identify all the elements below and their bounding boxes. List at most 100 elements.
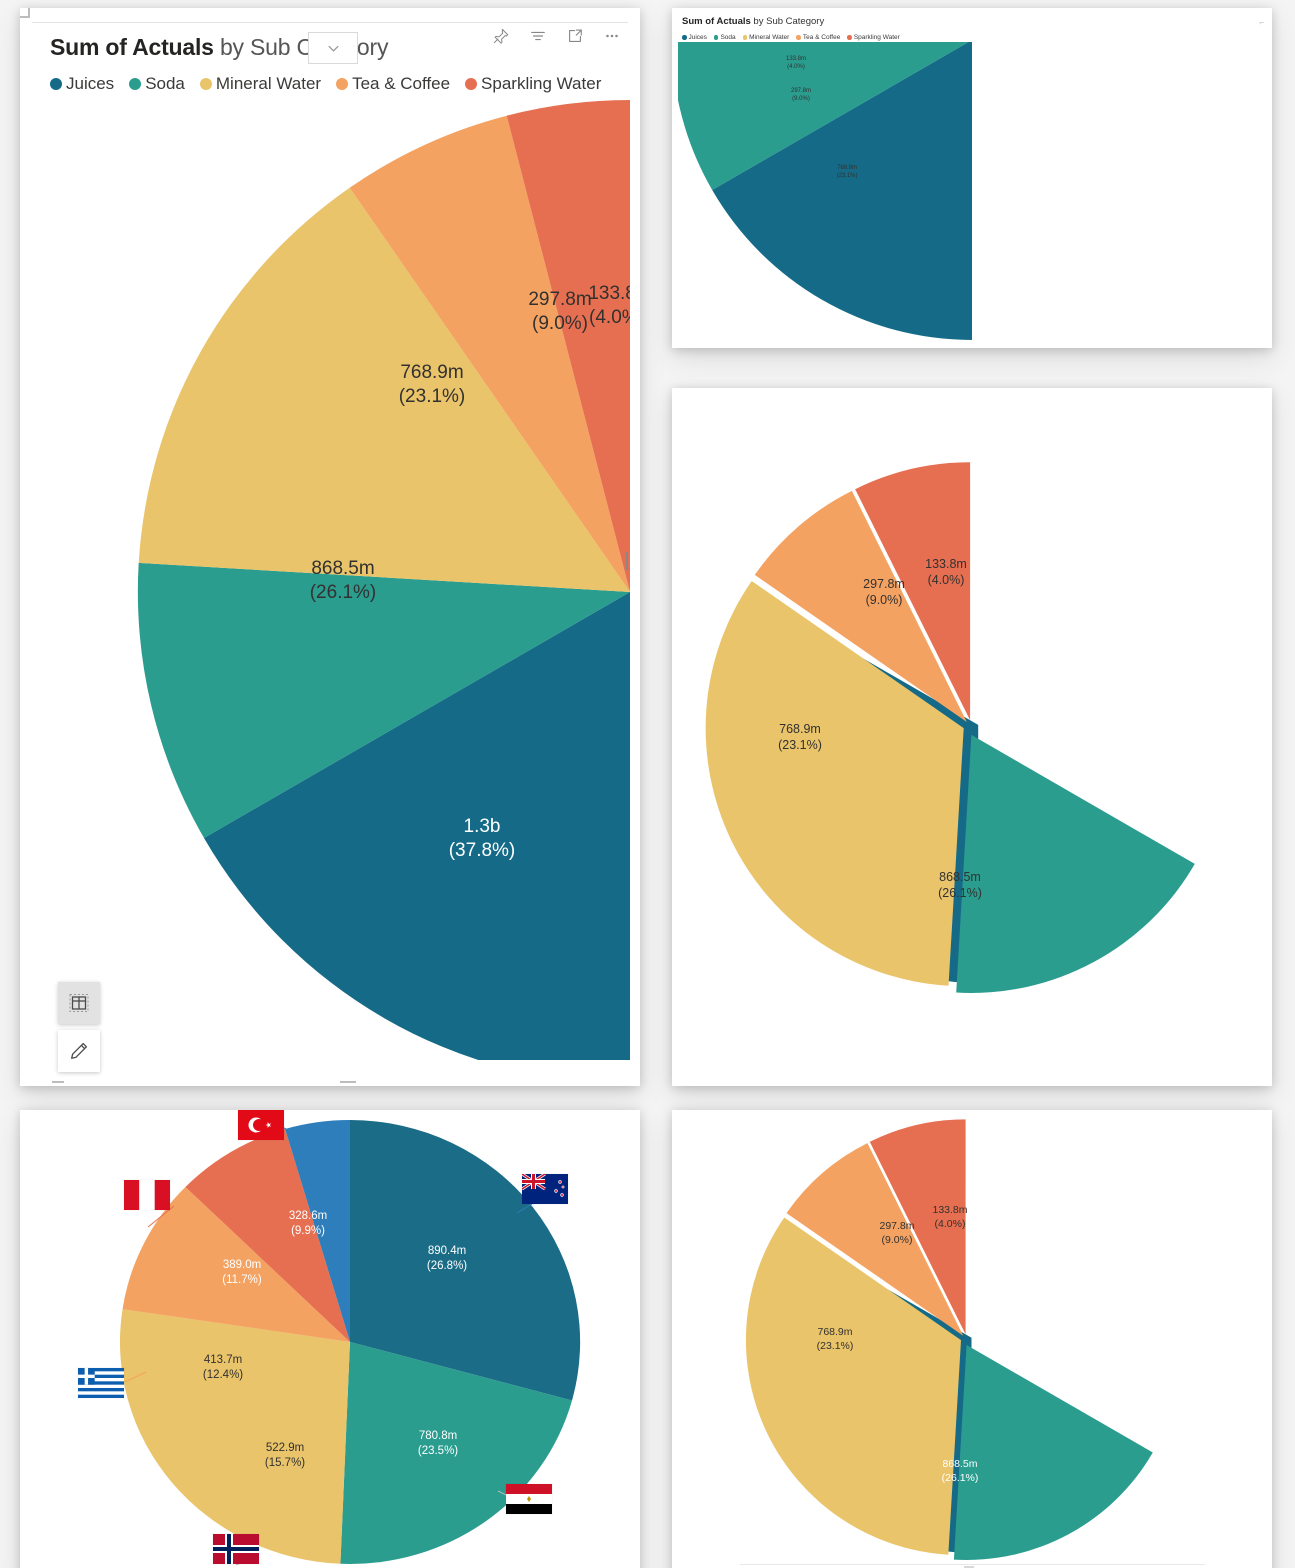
bl-label-greece-pct: (12.4%) <box>203 1369 243 1381</box>
label-tea-coffee-pct: (9.0%) <box>532 313 588 334</box>
label-sparkling-water-value: 133.8m <box>588 283 630 304</box>
mr-label-tea-coffee-value: 297.8m <box>863 577 905 591</box>
mr-label-sparkling-water-pct: (4.0%) <box>928 573 965 587</box>
bl-label-turkey-value: 328.6m <box>289 1210 327 1222</box>
exploded-pie-svg: 1.3b (37.8%) 868.5m (26.1%) 768.9m (23.1… <box>705 462 1195 993</box>
legend-swatch-juices <box>50 78 62 90</box>
label-mineral-water-pct: (23.1%) <box>399 386 466 407</box>
focus-mode-icon <box>569 29 582 42</box>
ellipsis-icon <box>606 34 618 38</box>
legend-swatch-soda <box>129 78 142 90</box>
mr-label-soda-value: 868.5m <box>939 870 981 884</box>
mr-label-juices-value: 1.3b <box>1090 675 1114 689</box>
pencil-icon <box>71 1042 88 1059</box>
page-title-dimension: by Sub Category <box>213 34 389 60</box>
tr-legend-item-tea-coffee[interactable]: Tea & Coffee <box>796 34 840 41</box>
screenshot-stage: Sum of Actuals by Sub Category Juices So… <box>0 0 1295 1568</box>
main-pie-visual-panel: Sum of Actuals by Sub Category Juices So… <box>20 8 640 1086</box>
top-right-legend: Juices Soda Mineral Water Tea & Coffee S… <box>682 34 900 41</box>
br-label-soda-value: 868.5m <box>942 1458 977 1470</box>
label-mineral-water-value: 768.9m <box>400 362 463 383</box>
edit-button[interactable] <box>58 1030 100 1072</box>
legend-item-sparkling-water[interactable]: Sparkling Water <box>465 74 601 94</box>
top-right-title: Sum of Actuals by Sub Category <box>682 16 824 27</box>
top-right-pie-panel: Sum of Actuals by Sub Category ⌐ Juices … <box>672 8 1272 348</box>
visual-header-toolbar <box>491 26 622 46</box>
exploded-pie-plot: 1.3b (37.8%) 868.5m (26.1%) 768.9m (23.1… <box>672 398 1272 1078</box>
country-pie-plot: 890.4m (26.8%) 780.8m (23.5%) 522.9m (15… <box>20 1110 640 1568</box>
br-label-sparkling-water-value: 133.8m <box>932 1204 967 1216</box>
legend-swatch-tea-coffee <box>336 78 349 90</box>
br-label-tea-coffee-pct: (9.0%) <box>882 1234 913 1246</box>
table-icon <box>69 994 89 1012</box>
bl-label-egypt-pct: (23.5%) <box>418 1445 458 1457</box>
legend-item-juices[interactable]: Juices <box>50 74 114 94</box>
pin-visual-button[interactable] <box>491 26 511 46</box>
tr-legend-item-sparkling-water[interactable]: Sparkling Water <box>847 34 900 41</box>
br-label-mineral-water-value: 768.9m <box>817 1326 852 1338</box>
legend-item-tea-coffee[interactable]: Tea & Coffee <box>336 74 450 94</box>
tr-legend-label-sparkling-water: Sparkling Water <box>853 34 900 41</box>
tr-legend-item-juices[interactable]: Juices <box>682 34 707 41</box>
bottom-right-pie-panel: 1.3b (37.8%) 868.5m (26.1%) 768.9m (23.1… <box>672 1110 1272 1568</box>
legend-item-soda[interactable]: Soda <box>129 74 185 94</box>
bl-label-greece-value: 413.7m <box>204 1354 242 1366</box>
resize-handle-bottom[interactable] <box>340 1081 356 1083</box>
filter-icon <box>531 31 545 41</box>
tr-label-juices-value: 1.3b <box>1110 146 1122 152</box>
tr-legend-item-soda[interactable]: Soda <box>713 34 736 41</box>
tr-label-sparkling-water-value: 133.8m <box>786 56 806 62</box>
legend-item-mineral-water[interactable]: Mineral Water <box>199 74 322 94</box>
mr-label-mineral-water-value: 768.9m <box>779 722 821 736</box>
bl-slice-norway[interactable] <box>119 1309 350 1564</box>
bl-label-new-zealand-pct: (26.8%) <box>427 1260 467 1272</box>
more-options-button[interactable] <box>602 26 622 46</box>
top-right-pie-plot: 1.3b (37.8%) 768.9m (23.1%) 297.8m (9.0%… <box>678 42 1266 342</box>
legend-swatch-sparkling-water <box>465 78 478 90</box>
page-title-measure: Sum of Actuals <box>50 34 214 60</box>
title-dropdown-button[interactable] <box>308 32 358 64</box>
resize-handle-corner[interactable] <box>20 8 30 18</box>
main-pie-svg: 1.3b (37.8%) 868.5m (26.1%) 768.9m (23.1… <box>137 100 630 1060</box>
bottom-right-pie-plot: 1.3b (37.8%) 868.5m (26.1%) 768.9m (23.1… <box>672 1110 1272 1568</box>
legend-label-juices: Juices <box>66 74 115 93</box>
legend-swatch-mineral-water <box>199 78 212 90</box>
br-label-sparkling-water-pct: (4.0%) <box>935 1218 966 1230</box>
label-soda-pct: (26.1%) <box>310 582 377 603</box>
show-as-table-button[interactable] <box>58 982 100 1024</box>
bl-label-norway-value: 522.9m <box>266 1442 304 1454</box>
main-pie-plot: 1.3b (37.8%) 868.5m (26.1%) 768.9m (23.1… <box>30 100 630 1060</box>
top-right-pie-svg: 1.3b (37.8%) 768.9m (23.1%) 297.8m (9.0%… <box>678 42 1127 340</box>
legend: Juices Soda Mineral Water Tea & Coffee S… <box>50 74 601 94</box>
bl-label-peru-pct: (11.7%) <box>222 1274 262 1286</box>
exploded-pie-panel: 1.3b (37.8%) 868.5m (26.1%) 768.9m (23.1… <box>672 388 1272 1086</box>
tr-label-mineral-water-value: 768.9m <box>837 165 857 171</box>
tr-legend-label-juices: Juices <box>688 34 707 41</box>
flag-icon-greece <box>78 1368 124 1398</box>
top-right-title-dimension: by Sub Category <box>750 16 825 27</box>
bl-label-norway-pct: (15.7%) <box>265 1457 305 1469</box>
bottom-right-pie-svg: 1.3b (37.8%) 868.5m (26.1%) 768.9m (23.1… <box>745 1119 1153 1560</box>
tr-legend-swatch-mineral-water <box>742 35 748 40</box>
tr-legend-item-mineral-water[interactable]: Mineral Water <box>742 34 789 41</box>
tr-legend-swatch-soda <box>713 35 719 40</box>
flag-icon-new-zealand <box>522 1174 568 1204</box>
tr-legend-swatch-tea-coffee <box>796 35 801 40</box>
resize-handle-left[interactable] <box>52 1081 64 1083</box>
br-label-mineral-water-pct: (23.1%) <box>817 1340 854 1352</box>
chevron-down-icon <box>327 45 339 52</box>
legend-label-soda: Soda <box>145 74 185 93</box>
mr-slice-soda[interactable] <box>956 734 1195 993</box>
tr-label-mineral-water-pct: (23.1%) <box>836 173 857 179</box>
legend-label-mineral-water: Mineral Water <box>215 74 322 93</box>
label-juices-value: 1.3b <box>464 816 501 837</box>
bl-label-peru-value: 389.0m <box>223 1259 261 1271</box>
tr-label-tea-coffee-pct: (9.0%) <box>792 96 810 102</box>
mr-label-juices-pct: (37.8%) <box>1080 691 1124 705</box>
focus-mode-button[interactable] <box>565 26 585 46</box>
filter-button[interactable] <box>528 26 548 46</box>
top-right-corner-caret-icon: ⌐ <box>1259 18 1264 27</box>
bottom-right-baseline <box>740 1564 1205 1565</box>
br-slice-soda[interactable] <box>953 1345 1153 1560</box>
label-tea-coffee-value: 297.8m <box>528 289 591 310</box>
